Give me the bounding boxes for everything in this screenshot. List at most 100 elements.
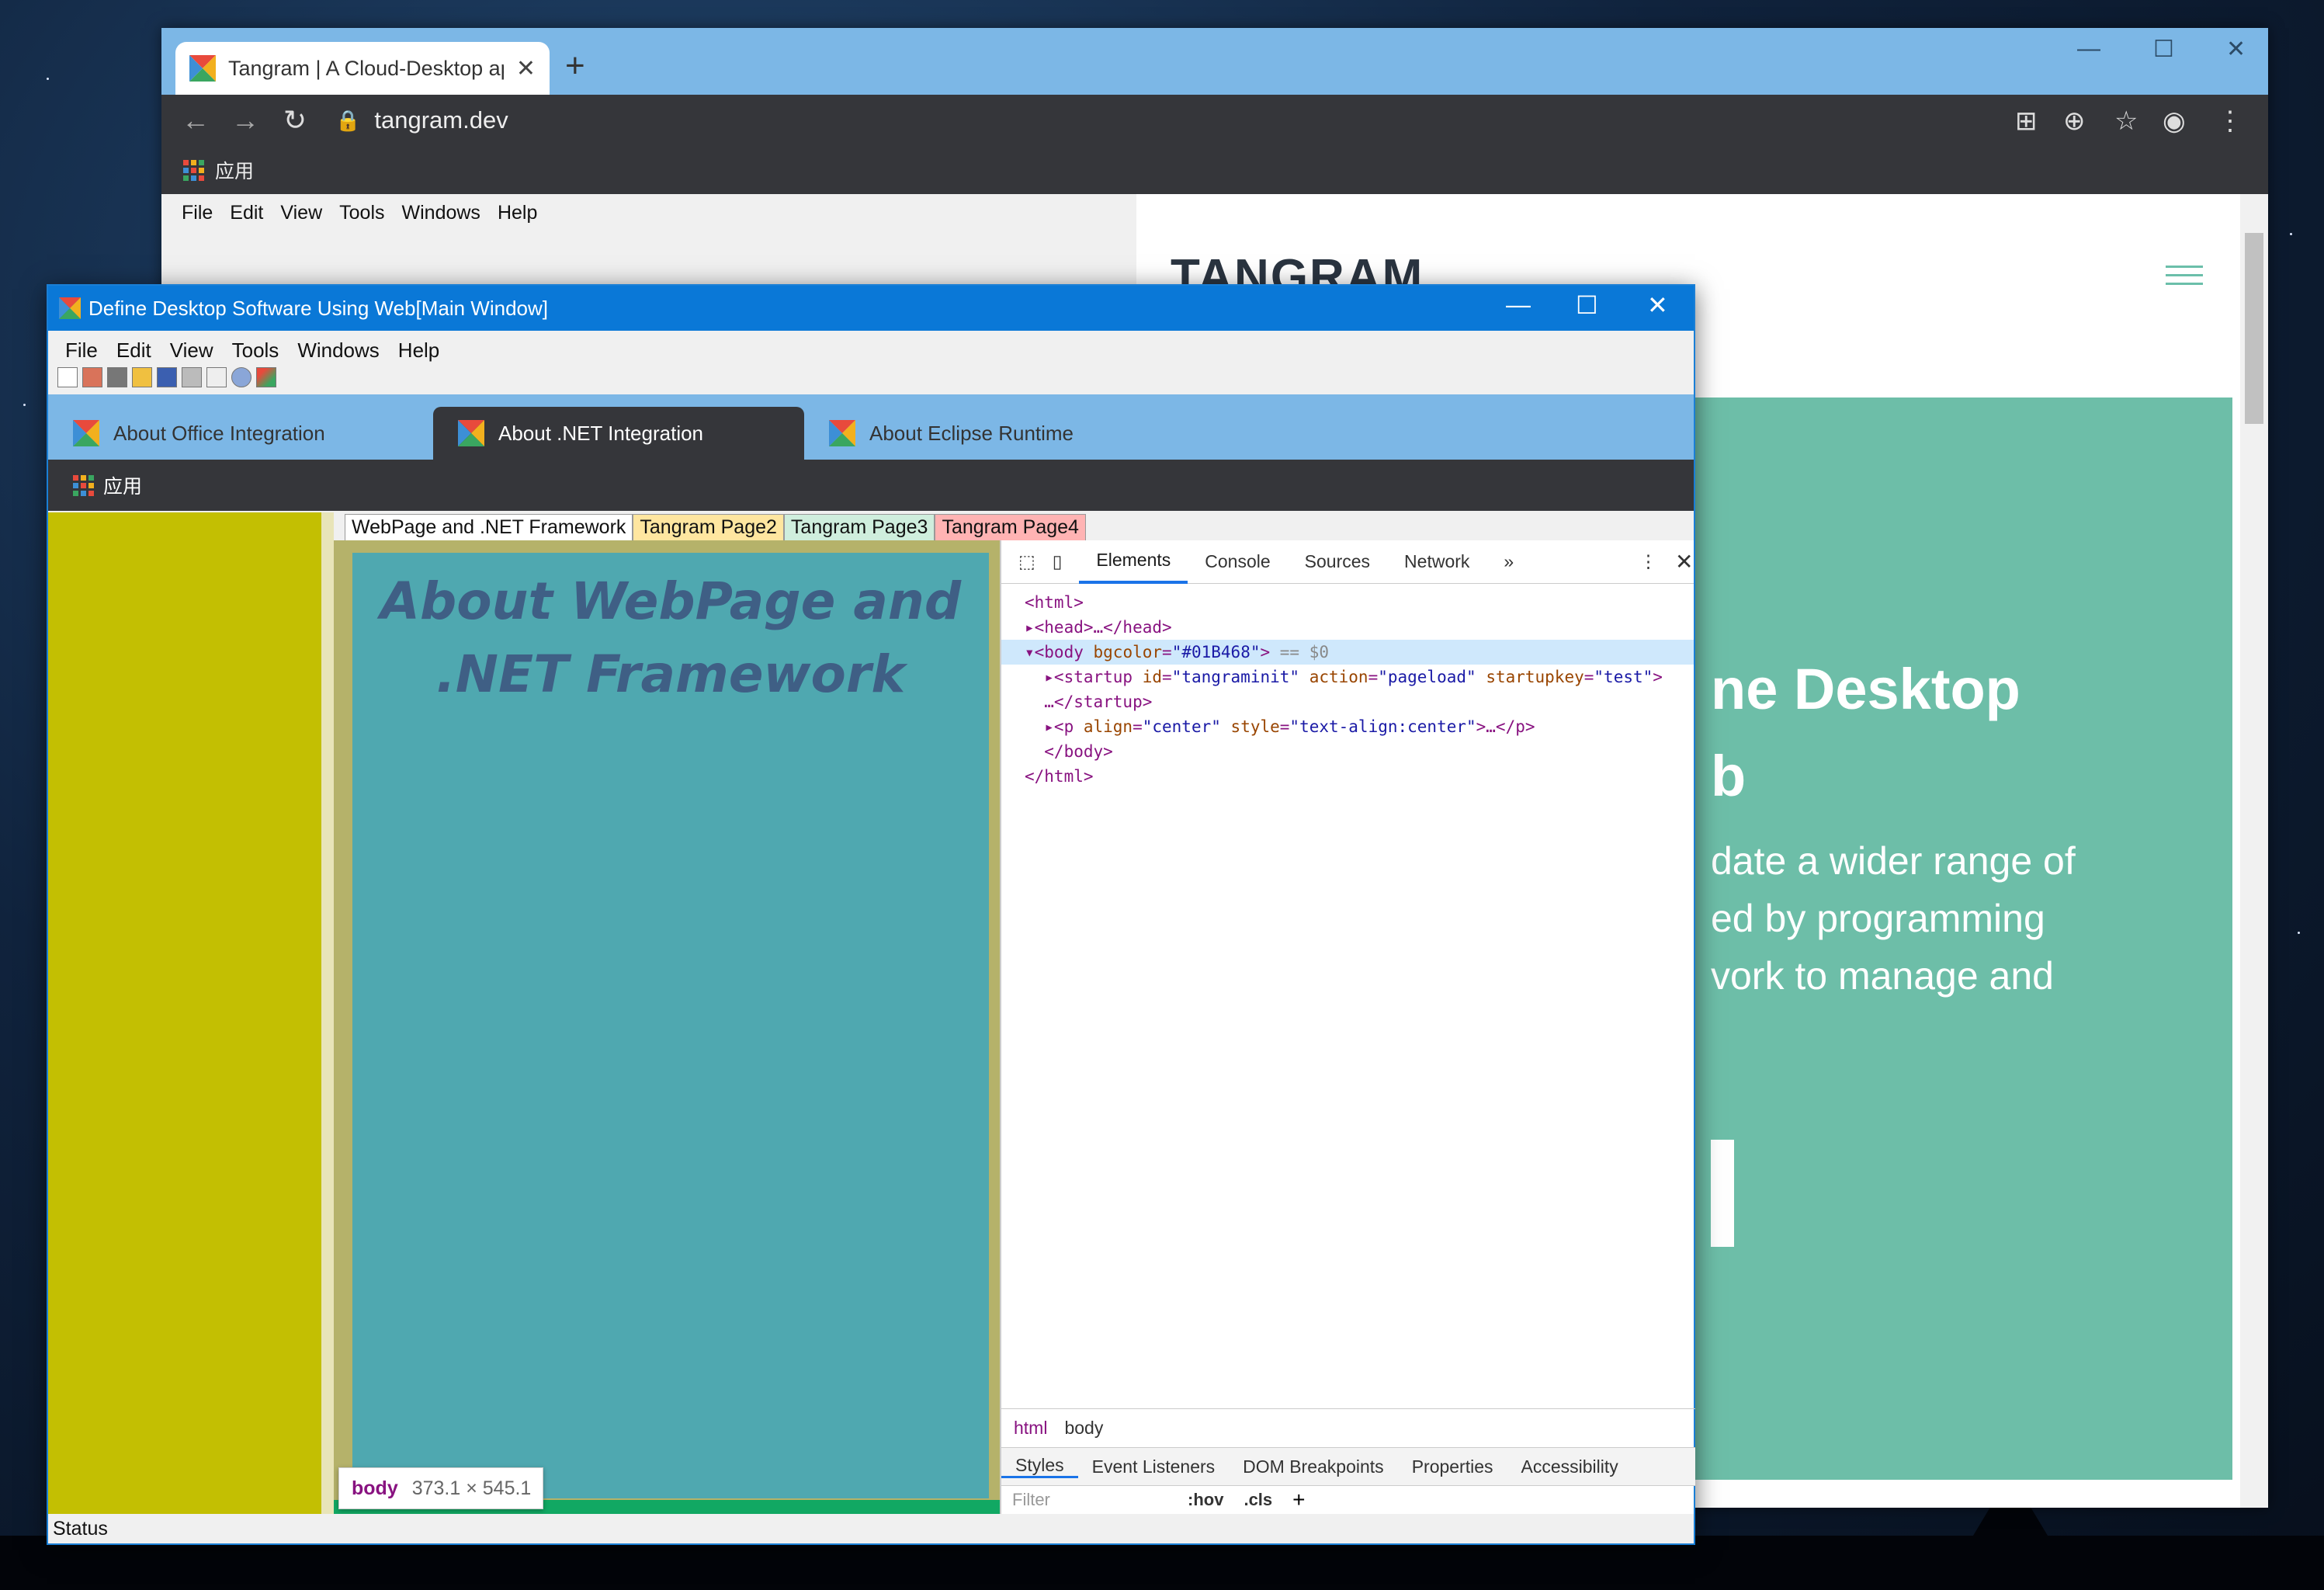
- main-window: Define Desktop Software Using Web[Main W…: [47, 284, 1695, 1545]
- account-icon[interactable]: ◉: [2163, 106, 2186, 137]
- chrome-toolbar: ← → ↻ 🔒 tangram.dev ⊞ ⊕ ☆ ◉ ⋮: [161, 95, 2268, 146]
- zoom-icon[interactable]: ⊕: [2063, 106, 2086, 137]
- tangram-icon: [458, 420, 484, 446]
- filter-input[interactable]: Filter: [1012, 1490, 1167, 1510]
- tab-label: About Eclipse Runtime: [869, 421, 1074, 445]
- menu-file[interactable]: File: [182, 202, 213, 224]
- reload-icon[interactable]: ↻: [270, 104, 320, 137]
- print-icon[interactable]: [182, 367, 202, 387]
- tab-label: About Office Integration: [113, 421, 325, 445]
- apps-bar: 应用: [48, 460, 1694, 511]
- menu-view[interactable]: View: [280, 202, 322, 224]
- close-devtools-icon[interactable]: ✕: [1658, 540, 1710, 584]
- tangram-icon[interactable]: [256, 367, 276, 387]
- browser-tab[interactable]: Tangram | A Cloud-Desktop ap ✕: [175, 42, 550, 95]
- tab-elements[interactable]: Elements: [1079, 540, 1188, 584]
- inspect-tooltip: body 373.1 × 545.1: [338, 1467, 543, 1509]
- page-scrollbar[interactable]: [2240, 194, 2268, 1508]
- web-page-pane: About WebPage and .NET Framework body 37…: [334, 540, 1000, 1514]
- main-menu: File Edit View Tools Windows Help: [48, 331, 1694, 365]
- tangram-icon: [829, 420, 855, 446]
- splitter[interactable]: [321, 512, 334, 1514]
- add-rule-icon[interactable]: +: [1292, 1488, 1305, 1512]
- tab-styles[interactable]: Styles: [1001, 1455, 1078, 1478]
- more-tabs-icon[interactable]: »: [1486, 540, 1531, 584]
- apps-label[interactable]: 应用: [215, 156, 254, 184]
- devtools-toolbar: ⬚ ▯ Elements Console Sources Network » ⋮…: [1001, 540, 1694, 584]
- tab-sources[interactable]: Sources: [1288, 540, 1387, 584]
- apps-grid-icon[interactable]: [73, 474, 94, 496]
- styles-tabs: Styles Event Listeners DOM Breakpoints P…: [1001, 1447, 1695, 1486]
- menu-view[interactable]: View: [170, 338, 213, 363]
- apps-grid-icon[interactable]: [183, 159, 204, 181]
- tab-properties[interactable]: Properties: [1398, 1456, 1507, 1477]
- menu-windows[interactable]: Windows: [402, 202, 480, 224]
- forward-icon[interactable]: →: [220, 104, 270, 137]
- web-icon[interactable]: [231, 367, 251, 387]
- new-icon[interactable]: [57, 367, 78, 387]
- menu-help[interactable]: Help: [398, 338, 439, 363]
- close-tab-icon[interactable]: ✕: [516, 55, 536, 82]
- maximize-icon[interactable]: ☐: [1576, 290, 1598, 320]
- hero-button[interactable]: [1711, 1140, 1734, 1247]
- tooltip-tag: body: [352, 1477, 398, 1499]
- device-icon[interactable]: ▯: [1053, 540, 1080, 584]
- main-titlebar: Define Desktop Software Using Web[Main W…: [48, 286, 1694, 331]
- hov-button[interactable]: :hov: [1188, 1490, 1223, 1510]
- address-bar[interactable]: tangram.dev: [374, 106, 508, 134]
- close-icon[interactable]: ✕: [2226, 36, 2246, 63]
- save-icon[interactable]: [157, 367, 177, 387]
- main-toolbar: [48, 365, 1694, 390]
- cls-button[interactable]: .cls: [1244, 1490, 1272, 1510]
- page-body: About WebPage and .NET Framework: [352, 553, 989, 1498]
- tangram-icon: [73, 420, 99, 446]
- tab-eclipse-runtime[interactable]: About Eclipse Runtime: [804, 407, 1192, 460]
- tab-net-integration[interactable]: About .NET Integration: [433, 407, 804, 460]
- star-icon[interactable]: ☆: [2114, 106, 2138, 137]
- menu-help[interactable]: Help: [498, 202, 537, 224]
- tab-dom-breakpoints[interactable]: DOM Breakpoints: [1229, 1456, 1398, 1477]
- tab-event-listeners[interactable]: Event Listeners: [1078, 1456, 1230, 1477]
- menu-tools[interactable]: Tools: [232, 338, 279, 363]
- back-icon[interactable]: ←: [171, 104, 220, 137]
- translate-icon[interactable]: ⊞: [2015, 106, 2038, 137]
- components-icon[interactable]: [82, 367, 102, 387]
- tab-accessibility[interactable]: Accessibility: [1507, 1456, 1632, 1477]
- lock-icon: 🔒: [335, 108, 361, 132]
- open-icon[interactable]: [132, 367, 152, 387]
- browser-tab-title: Tangram | A Cloud-Desktop ap: [228, 56, 504, 80]
- tab-office-integration[interactable]: About Office Integration: [48, 407, 421, 460]
- menu-edit[interactable]: Edit: [116, 338, 151, 363]
- gift-icon[interactable]: [107, 367, 127, 387]
- minimize-icon[interactable]: —: [1506, 290, 1531, 319]
- menu-file[interactable]: File: [65, 338, 98, 363]
- embedded-menu: File Edit View Tools Windows Help: [161, 194, 1136, 232]
- page-tab-4[interactable]: Tangram Page4: [935, 514, 1086, 540]
- more-icon[interactable]: ⋮: [2217, 106, 2243, 137]
- page-tab-webpage[interactable]: WebPage and .NET Framework: [345, 514, 633, 540]
- apps-label[interactable]: 应用: [103, 471, 142, 499]
- status-bar: Status: [48, 1514, 1694, 1543]
- new-tab-icon[interactable]: +: [565, 47, 585, 85]
- inspect-icon[interactable]: ⬚: [1001, 540, 1053, 584]
- crumb-body[interactable]: body: [1064, 1418, 1103, 1439]
- tooltip-size: 373.1 × 545.1: [411, 1477, 532, 1499]
- document-tabs: About Office Integration About .NET Inte…: [48, 394, 1694, 460]
- page-tab-3[interactable]: Tangram Page3: [783, 514, 935, 540]
- app-icon: [59, 297, 81, 319]
- page-tab-2[interactable]: Tangram Page2: [633, 514, 784, 540]
- hamburger-menu-icon[interactable]: [2166, 259, 2203, 291]
- crumb-html[interactable]: html: [1014, 1418, 1047, 1439]
- menu-edit[interactable]: Edit: [230, 202, 263, 224]
- menu-windows[interactable]: Windows: [297, 338, 379, 363]
- close-icon[interactable]: ✕: [1647, 290, 1668, 320]
- tab-console[interactable]: Console: [1188, 540, 1287, 584]
- dom-tree[interactable]: <html> ▸<head>…</head> ▾<body bgcolor="#…: [1001, 584, 1694, 789]
- page-heading: About WebPage and .NET Framework: [380, 571, 962, 704]
- tab-network[interactable]: Network: [1387, 540, 1486, 584]
- preview-icon[interactable]: [206, 367, 227, 387]
- maximize-icon[interactable]: ☐: [2153, 36, 2174, 63]
- menu-tools[interactable]: Tools: [339, 202, 384, 224]
- window-title: Define Desktop Software Using Web[Main W…: [88, 296, 548, 320]
- minimize-icon[interactable]: —: [2077, 36, 2100, 62]
